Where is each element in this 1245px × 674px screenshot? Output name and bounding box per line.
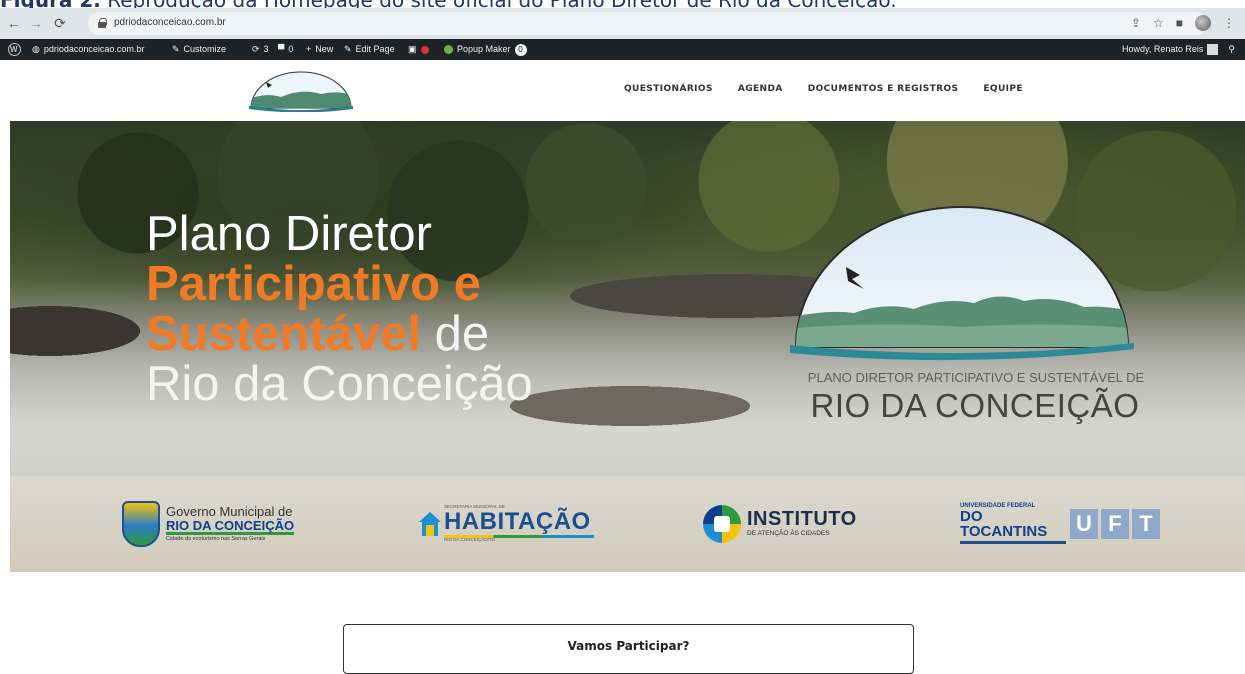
participate-label: Vamos Participar? bbox=[567, 639, 690, 653]
menu-item-questionarios[interactable]: QUESTIONÁRIOS bbox=[624, 84, 713, 94]
participate-button[interactable]: Vamos Participar? bbox=[343, 624, 914, 674]
popup-maker-link[interactable]: Popup Maker 0 bbox=[444, 39, 527, 60]
uft-letter: T bbox=[1132, 508, 1160, 539]
hero-line-3: Sustentável de bbox=[146, 309, 533, 359]
wp-logo-icon[interactable] bbox=[8, 39, 21, 60]
plus-icon: + bbox=[306, 44, 312, 54]
url-text: pdriodaconceicao.com.br bbox=[114, 17, 226, 28]
star-icon[interactable]: ☆ bbox=[1153, 16, 1164, 30]
updates-link[interactable]: ⟳ 3 bbox=[252, 39, 269, 60]
uft-line-2: DO TOCANTINS bbox=[960, 508, 1048, 540]
back-arrow-icon[interactable]: ← bbox=[6, 15, 22, 31]
updates-icon: ⟳ bbox=[252, 44, 260, 54]
yoast-icon: ▣ bbox=[408, 44, 417, 54]
municipal-crest-icon bbox=[122, 500, 160, 547]
search-icon[interactable]: ⚲ bbox=[1228, 39, 1235, 60]
menu-kebab-icon[interactable]: ⋮ bbox=[1223, 16, 1235, 30]
hero-line-1: Plano Diretor bbox=[146, 207, 432, 261]
gov-line-2: RIO DA CONCEIÇÃO bbox=[166, 517, 295, 535]
account-link[interactable]: Howdy, Renato Reis ⚲ bbox=[1122, 39, 1235, 60]
menu-item-equipe[interactable]: EQUIPE bbox=[983, 84, 1023, 94]
hero-logo-subtitle: PLANO DIRETOR PARTICIPATIVO E SUSTENTÁVE… bbox=[807, 370, 1145, 385]
site-header: QUESTIONÁRIOS AGENDA DOCUMENTOS E REGIST… bbox=[0, 60, 1245, 121]
share-icon[interactable]: ⇪ bbox=[1131, 16, 1141, 30]
popup-maker-label: Popup Maker bbox=[457, 44, 511, 54]
partner-instituto[interactable]: INSTITUTO DE ATENÇÃO ÀS CIDADES bbox=[703, 496, 883, 551]
comments-link[interactable]: ▀ 0 bbox=[278, 39, 293, 60]
hero-line-2: Participativo e bbox=[146, 257, 481, 311]
uft-letters: U F T bbox=[1070, 508, 1160, 539]
lock-icon bbox=[98, 18, 107, 28]
dashboard-icon: ◍ bbox=[32, 44, 40, 54]
edit-page-label: Edit Page bbox=[355, 44, 395, 54]
partner-gov-rio-da-conceicao[interactable]: Governo Municipal de RIO DA CONCEIÇÃO Ci… bbox=[122, 496, 302, 551]
tab-square-icon[interactable]: ■ bbox=[1176, 16, 1183, 30]
hero-line-3-orange: Sustentável bbox=[146, 307, 422, 361]
hero-line-3-white: de bbox=[421, 307, 490, 361]
menu-item-documentos[interactable]: DOCUMENTOS E REGISTROS bbox=[808, 84, 959, 94]
hero-banner: Plano Diretor Participativo e Sustentáve… bbox=[10, 121, 1245, 572]
site-name: pdriodaconceicao.com.br bbox=[43, 44, 145, 54]
browser-toolbar: ← → ⟳ pdriodaconceicao.com.br ⇪ ☆ ■ ⋮ bbox=[0, 8, 1245, 39]
hab-title: HABITAÇÃO bbox=[444, 507, 591, 535]
address-bar[interactable]: pdriodaconceicao.com.br bbox=[88, 12, 1208, 35]
gov-line-3: Cidade do ecoturismo nas Serras Gerais bbox=[166, 535, 266, 542]
seo-status-dot bbox=[420, 45, 429, 54]
comments-count: 0 bbox=[288, 44, 294, 54]
updates-count: 3 bbox=[263, 44, 269, 54]
site-logo[interactable] bbox=[246, 70, 356, 112]
partner-uft[interactable]: UNIVERSIDADE FEDERAL DO TOCANTINS U F T bbox=[960, 496, 1160, 551]
inst-title: INSTITUTO bbox=[747, 508, 857, 531]
popup-maker-icon bbox=[444, 45, 453, 54]
wp-site-link[interactable]: ◍ pdriodaconceicao.com.br bbox=[32, 39, 144, 60]
uft-letter: U bbox=[1070, 508, 1098, 539]
wp-admin-bar: ◍ pdriodaconceicao.com.br ✎ Customize ⟳ … bbox=[0, 39, 1245, 60]
hero-line-4: Rio da Conceição bbox=[146, 357, 533, 411]
instituto-icon bbox=[703, 504, 741, 543]
user-avatar bbox=[1207, 44, 1219, 55]
popup-badge: 0 bbox=[514, 43, 527, 56]
menu-item-agenda[interactable]: AGENDA bbox=[738, 84, 783, 94]
hero-logo-title: RIO DA CONCEIÇÃO bbox=[810, 387, 1140, 424]
new-label: New bbox=[315, 44, 334, 54]
profile-avatar-icon[interactable] bbox=[1195, 15, 1211, 31]
gov-line-1: Governo Municipal de bbox=[166, 503, 293, 519]
edit-page-link[interactable]: ✎ Edit Page bbox=[344, 39, 395, 60]
inst-sub: DE ATENÇÃO ÀS CIDADES bbox=[747, 530, 830, 538]
hero-title: Plano Diretor Participativo e Sustentáve… bbox=[146, 209, 533, 409]
comment-icon: ▀ bbox=[278, 44, 285, 54]
main-menu: QUESTIONÁRIOS AGENDA DOCUMENTOS E REGIST… bbox=[624, 84, 1023, 94]
customize-link[interactable]: ✎ Customize bbox=[172, 39, 226, 60]
brush-icon: ✎ bbox=[172, 44, 180, 54]
forward-arrow-icon[interactable]: → bbox=[28, 15, 44, 31]
house-icon bbox=[419, 511, 441, 536]
customize-label: Customize bbox=[183, 44, 227, 54]
yoast-link[interactable]: ▣ bbox=[408, 39, 429, 60]
partner-habitacao[interactable]: SECRETARIA MUNICIPAL DE HABITAÇÃO RIO DA… bbox=[418, 496, 598, 551]
uft-letter: F bbox=[1101, 508, 1129, 539]
hero-logo bbox=[790, 206, 1134, 361]
howdy-label: Howdy, Renato Reis bbox=[1122, 44, 1204, 54]
pencil-icon: ✎ bbox=[344, 44, 352, 54]
reload-icon[interactable]: ⟳ bbox=[52, 15, 68, 31]
new-link[interactable]: + New bbox=[306, 39, 333, 60]
hab-sub: RIO DA CONCEIÇÃO/TO bbox=[444, 536, 496, 542]
browser-actions: ⇪ ☆ ■ ⋮ bbox=[1131, 13, 1235, 33]
